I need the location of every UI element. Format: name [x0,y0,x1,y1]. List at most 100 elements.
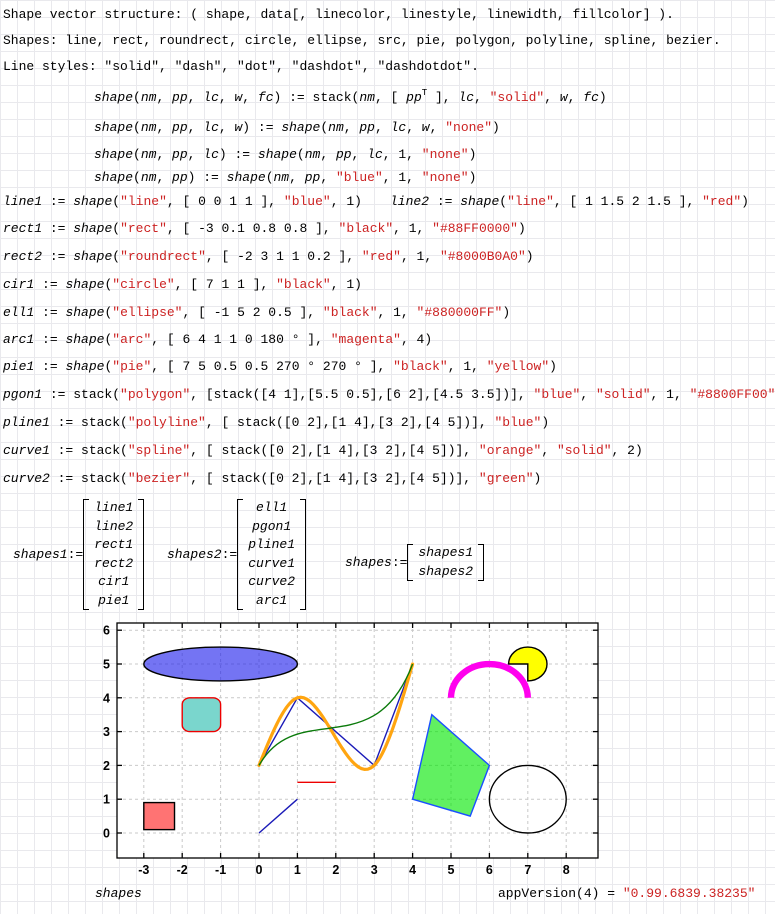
def-curve2-token: , [ stack([0 2],[1 4],[3 2],[4 5])], [190,471,479,486]
def-arc1-token: "magenta" [331,332,401,347]
def-shape-4args-token: shape [94,120,133,135]
header-structure[interactable]: Shape vector structure: ( shape, data[, … [3,7,674,23]
def-line2-token: line2 [390,194,429,209]
def-rect1-token: , 1, [393,221,432,236]
def-shape-5args-token: fc [583,90,599,105]
def-curve1[interactable]: curve1 := stack("spline", [ stack([0 2],… [3,443,643,459]
def-ell1-token: "black" [323,305,378,320]
def-shape-2args-token: shape [94,170,133,185]
y-tick-label: 2 [103,759,110,773]
def-shape-2args-token: "none" [422,170,469,185]
def-ell1-token: "#880000FF" [417,305,503,320]
def-ell1-token: ) [502,305,510,320]
def-arc1[interactable]: arc1 := shape("arc", [ 6 4 1 1 0 180 ° ]… [3,332,432,348]
def-shape-3args-token: , 1, [383,147,422,162]
x-tick-label: 6 [486,863,493,877]
def-curve2-token: := stack( [50,471,128,486]
def-pgon1[interactable]: pgon1 := stack("polygon", [stack([4 1],[… [3,387,775,403]
def-shape-3args-token: lc [367,147,383,162]
def-cir1-token: , 1) [331,277,362,292]
def-pie1-token: pie1 [3,359,34,374]
def-rect1[interactable]: rect1 := shape("rect", [ -3 0.1 0.8 0.8 … [3,221,526,237]
def-arc1-token: "arc" [112,332,151,347]
x-tick-label: -1 [215,863,226,877]
x-tick-label: 7 [524,863,531,877]
def-curve1-token: curve1 [3,443,50,458]
def-pgon1-token: "polygon" [120,387,190,402]
y-tick-label: 3 [103,725,110,739]
def-cir1[interactable]: cir1 := shape("circle", [ 7 1 1 ], "blac… [3,277,362,293]
assign-operator: := [68,547,84,562]
def-ell1[interactable]: ell1 := shape("ellipse", [ -1 5 2 0.5 ],… [3,305,510,321]
def-line2-token: shape [460,194,499,209]
def-rect1-token: := [42,221,73,236]
def-arc1-token: := [34,332,65,347]
vector-shapes2[interactable]: shapes2 := ell1pgon1pline1curve1curve2ar… [167,499,306,610]
def-pie1-token: "black" [393,359,448,374]
matrix-item: cir1 [98,573,129,592]
def-shape-4args[interactable]: shape(nm, pp, lc, w) := shape(nm, pp, lc… [94,120,500,136]
def-shape-4args-token: pp [172,120,188,135]
y-tick-label: 0 [103,827,110,841]
def-shape-2args-token: , 1, [383,170,422,185]
def-shape-2args-token: , [320,170,336,185]
def-rect1-token: rect1 [3,221,42,236]
def-line1-token: ( [112,194,120,209]
def-shape-5args-token: lc [203,90,219,105]
def-pie1[interactable]: pie1 := shape("pie", [ 7 5 0.5 0.5 270 °… [3,359,557,375]
def-shape-3args-token: ( [297,147,305,162]
def-shape-2args[interactable]: shape(nm, pp) := shape(nm, pp, "blue", 1… [94,170,476,186]
def-line2[interactable]: line2 := shape("line", [ 1 1.5 2 1.5 ], … [390,194,749,210]
def-rect2-token: ( [112,249,120,264]
def-line2-token: ) [741,194,749,209]
def-shape-5args-token: ) := stack( [274,90,360,105]
def-shape-2args-token: , [156,170,172,185]
def-pline1-token: ) [541,415,549,430]
vector-shapes1-label: shapes1 [13,547,68,562]
worksheet-canvas[interactable]: Shape vector structure: ( shape, data[, … [0,0,775,914]
def-shape-2args-token: pp [172,170,188,185]
def-shape-5args-token: fc [258,90,274,105]
def-curve2[interactable]: curve2 := stack("bezier", [ stack([0 2],… [3,471,541,487]
def-rect2[interactable]: rect2 := shape("roundrect", [ -2 3 1 1 0… [3,249,534,265]
matrix-bracket-right [138,499,144,610]
vector-shapes2-label: shapes2 [167,547,222,562]
def-rect1-token: , [ -3 0.1 0.8 0.8 ], [167,221,339,236]
def-line1[interactable]: line1 := shape("line", [ 0 0 1 1 ], "blu… [3,194,362,210]
def-shape-5args-token: , [474,90,490,105]
header-linestyles[interactable]: Line styles: "solid", "dash", "dot", "da… [3,59,479,75]
vector-shapes[interactable]: shapes := shapes1shapes2 [345,544,484,581]
def-shape-5args[interactable]: shape(nm, pp, lc, w, fc) := stack(nm, [ … [94,90,607,106]
def-shape-4args-token: , [188,120,204,135]
x-tick-label: -3 [138,863,149,877]
def-pline1[interactable]: pline1 := stack("polyline", [ stack([0 2… [3,415,549,431]
matrix-item: curve2 [248,573,295,592]
def-shape-4args-token: , [156,120,172,135]
def-cir1-token: , [ 7 1 1 ], [175,277,276,292]
x-tick-label: 8 [563,863,570,877]
header-shapes[interactable]: Shapes: line, rect, roundrect, circle, e… [3,33,721,49]
def-shape-5args-token: ) [599,90,607,105]
def-shape-5args-token: , [568,90,584,105]
def-pline1-token: pline1 [3,415,50,430]
y-tick-label: 6 [103,624,110,638]
def-shape-2args-token: "blue" [336,170,383,185]
def-rect2-token: ) [526,249,534,264]
def-rect1-token: "black" [339,221,394,236]
def-shape-3args[interactable]: shape(nm, pp, lc) := shape(nm, pp, lc, 1… [94,147,476,163]
vector-shapes1[interactable]: shapes1 := line1line2rect1rect2cir1pie1 [13,499,144,610]
matrix-item: pie1 [98,592,129,611]
def-shape-3args-token: , [352,147,368,162]
def-shape-3args-token: shape [258,147,297,162]
def-line1-token: "line" [120,194,167,209]
assign-operator: := [222,547,238,562]
def-line2-token: ( [499,194,507,209]
def-shape-3args-token: , [320,147,336,162]
def-ell1-token: := [34,305,65,320]
def-pgon1-token: := stack( [42,387,120,402]
matrix-item: ell1 [256,499,287,518]
def-curve1-token: "orange" [479,443,541,458]
shapes-plot[interactable]: -3-2-10123456780123456 [85,615,610,893]
def-shape-5args-token: w [560,90,568,105]
matrix-item: arc1 [256,592,287,611]
